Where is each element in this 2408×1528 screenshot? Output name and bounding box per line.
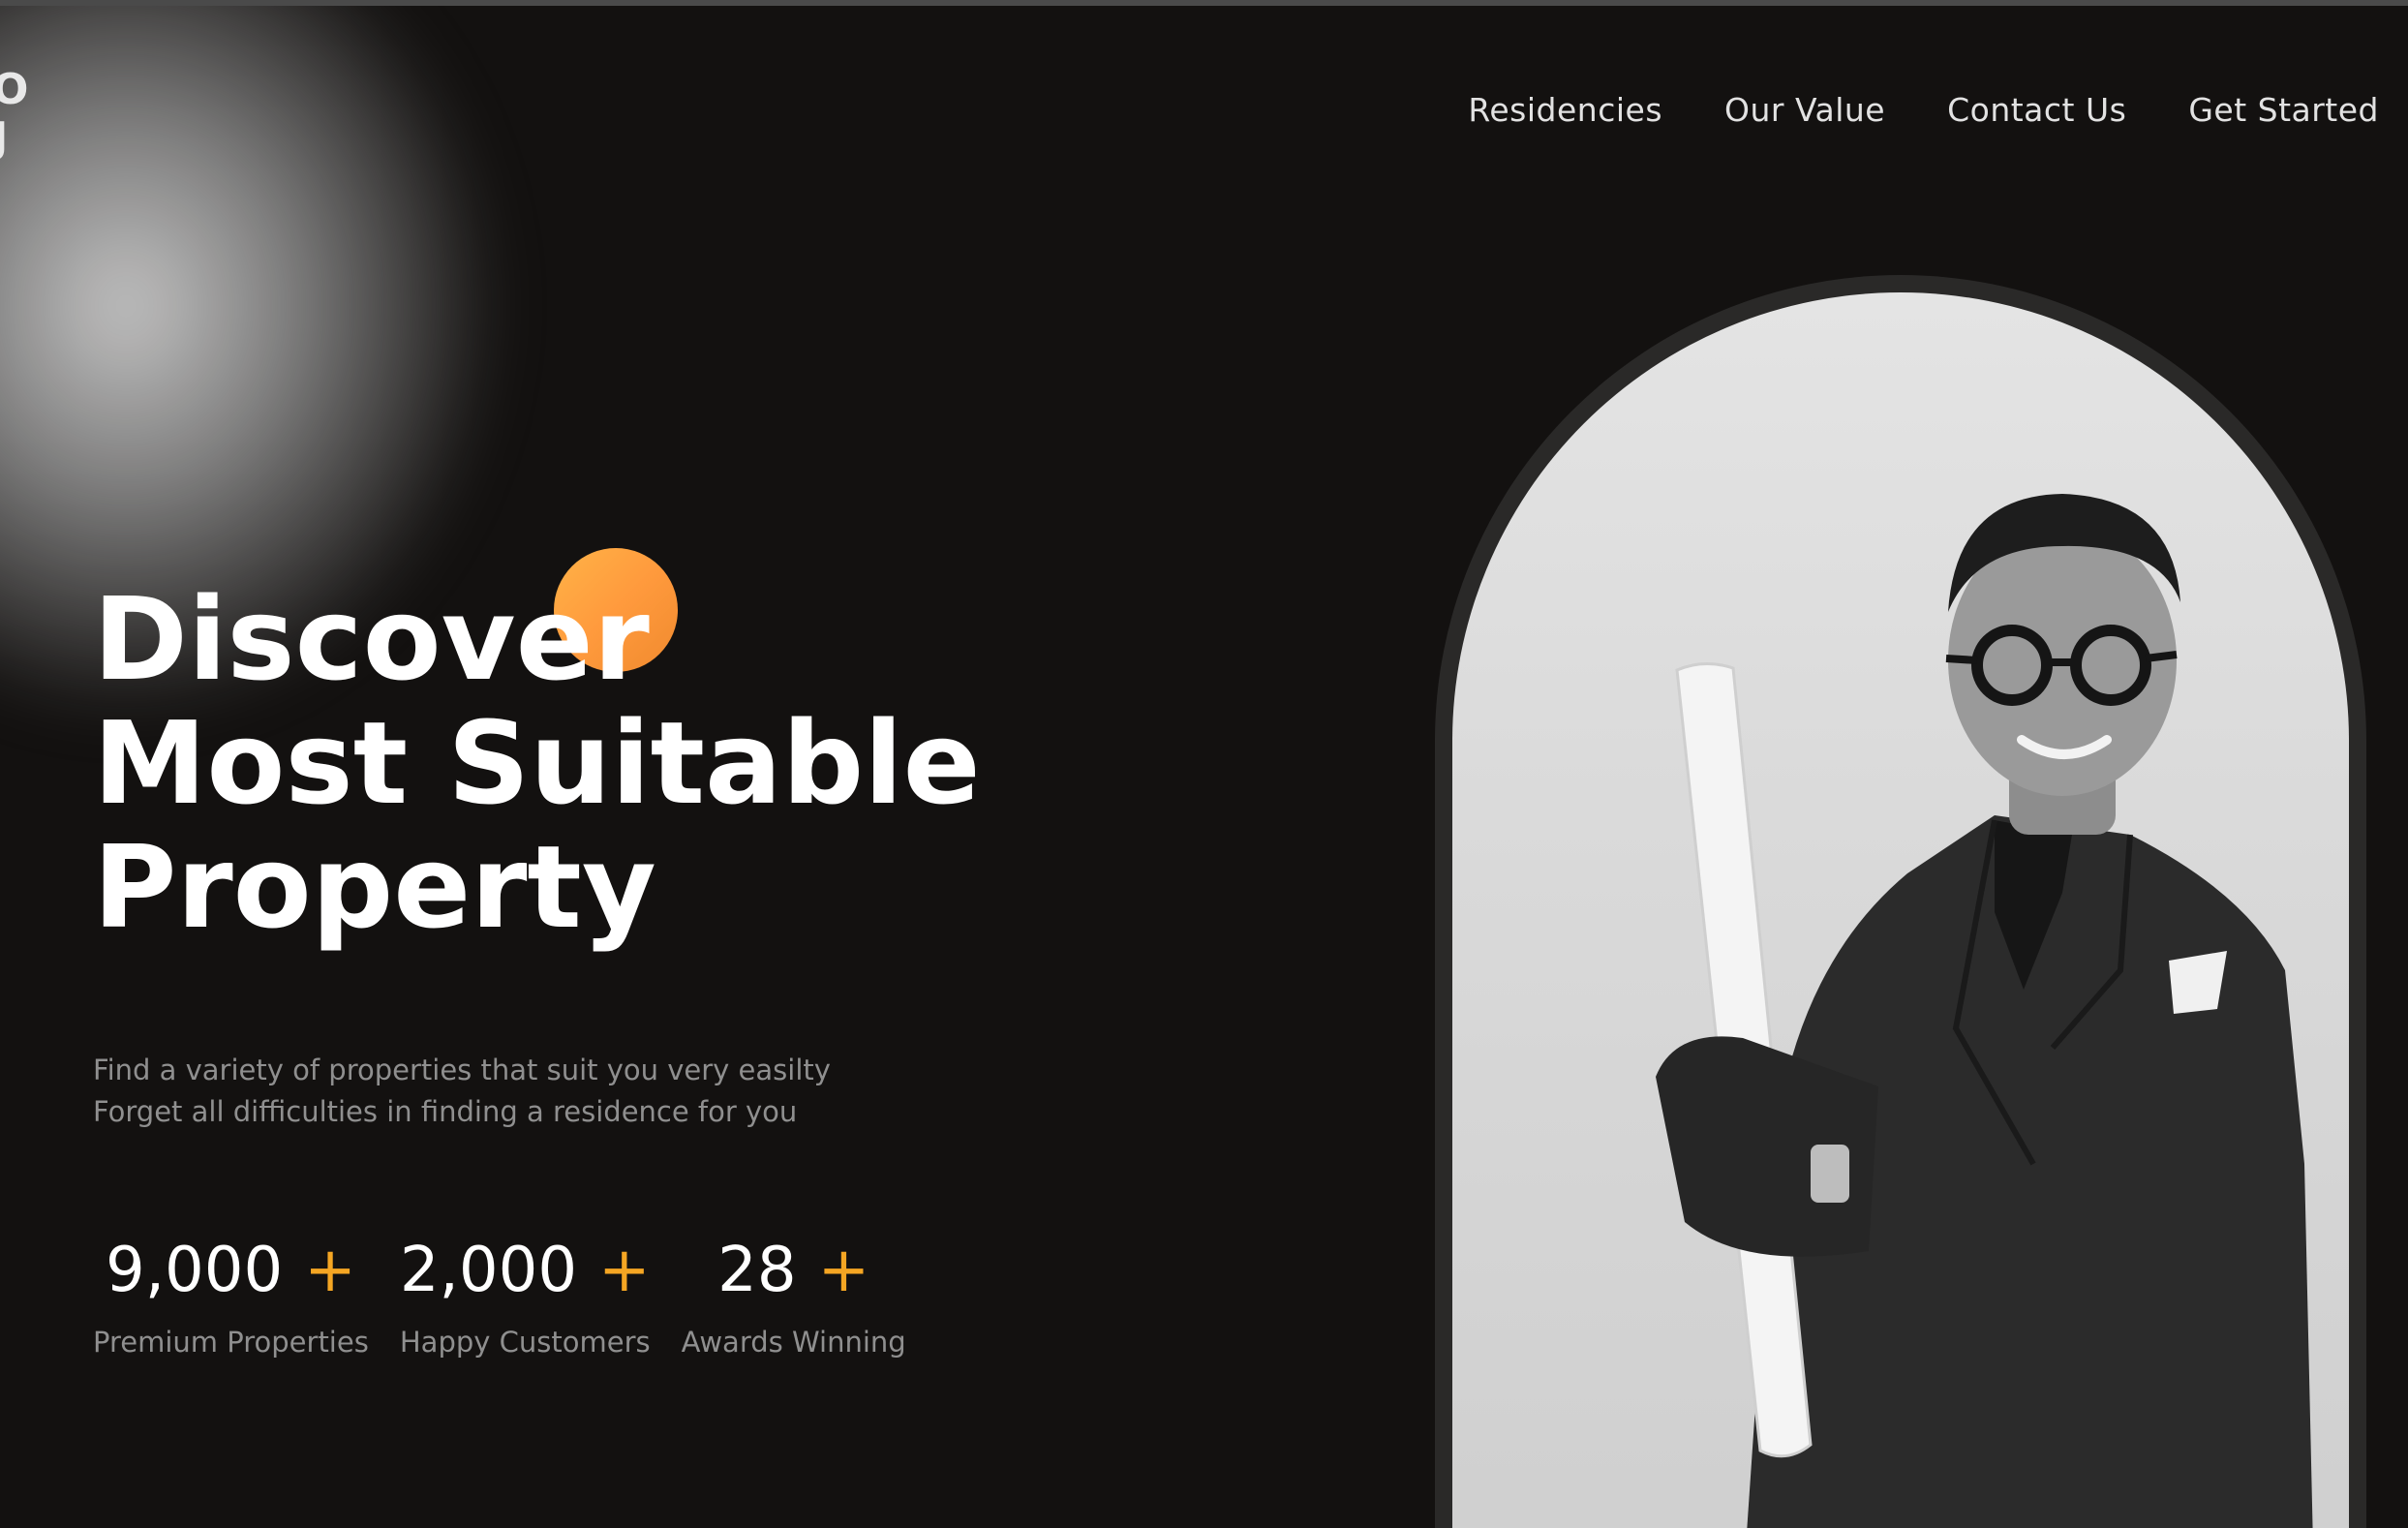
nav-link-residencies[interactable]: Residencies bbox=[1468, 91, 1662, 129]
stat-value: 28 bbox=[717, 1235, 797, 1306]
hero-subtitle: Find a variety of properties that suit y… bbox=[93, 1050, 831, 1133]
person-illustration bbox=[1656, 494, 2313, 1528]
stats-row: 9,000 + Premium Properties 2,000 + Happy C… bbox=[93, 1230, 906, 1361]
nav-link-our-value[interactable]: Our Value bbox=[1724, 91, 1885, 129]
stat-number: 2,000 + bbox=[400, 1230, 651, 1311]
hero-title-line-2: Most Suitable bbox=[93, 696, 981, 830]
nav-link-contact-us[interactable]: Contact Us bbox=[1947, 91, 2126, 129]
stat-happy-customers: 2,000 + Happy Customers bbox=[400, 1230, 651, 1361]
hero-page: O J Residencies Our Value Contact Us Get… bbox=[0, 0, 2408, 1528]
top-nav: Residencies Our Value Contact Us Get Sta… bbox=[1468, 91, 2379, 129]
stat-label: Happy Customers bbox=[399, 1326, 651, 1359]
hero-title-line-3: Property bbox=[93, 820, 656, 954]
stat-number: 28 + bbox=[717, 1230, 869, 1311]
stat-value: 2,000 bbox=[399, 1235, 578, 1306]
stat-number: 9,000 + bbox=[106, 1230, 356, 1311]
logo-line-2: J bbox=[0, 114, 30, 163]
stat-plus: + bbox=[598, 1235, 651, 1306]
stat-premium-properties: 9,000 + Premium Properties bbox=[93, 1230, 369, 1361]
hero-image-frame bbox=[1435, 275, 2366, 1528]
stat-label: Awards Winning bbox=[681, 1326, 906, 1359]
logo[interactable]: O J bbox=[0, 66, 30, 163]
stat-plus: + bbox=[817, 1235, 870, 1306]
stat-awards-winning: 28 + Awards Winning bbox=[682, 1230, 906, 1361]
stat-plus: + bbox=[304, 1235, 356, 1306]
stat-value: 9,000 bbox=[105, 1235, 284, 1306]
hero-title-line-1: Discover bbox=[93, 572, 650, 706]
stat-label: Premium Properties bbox=[93, 1326, 369, 1359]
hero-title: Discover Most Suitable Property bbox=[93, 577, 981, 949]
logo-line-1: O bbox=[0, 66, 30, 114]
hero-image bbox=[1452, 292, 2349, 1528]
hero-subtitle-line-1: Find a variety of properties that suit y… bbox=[93, 1054, 831, 1086]
hero-subtitle-line-2: Forget all difficulties in finding a res… bbox=[93, 1095, 798, 1128]
nav-link-get-started[interactable]: Get Started bbox=[2188, 91, 2379, 129]
